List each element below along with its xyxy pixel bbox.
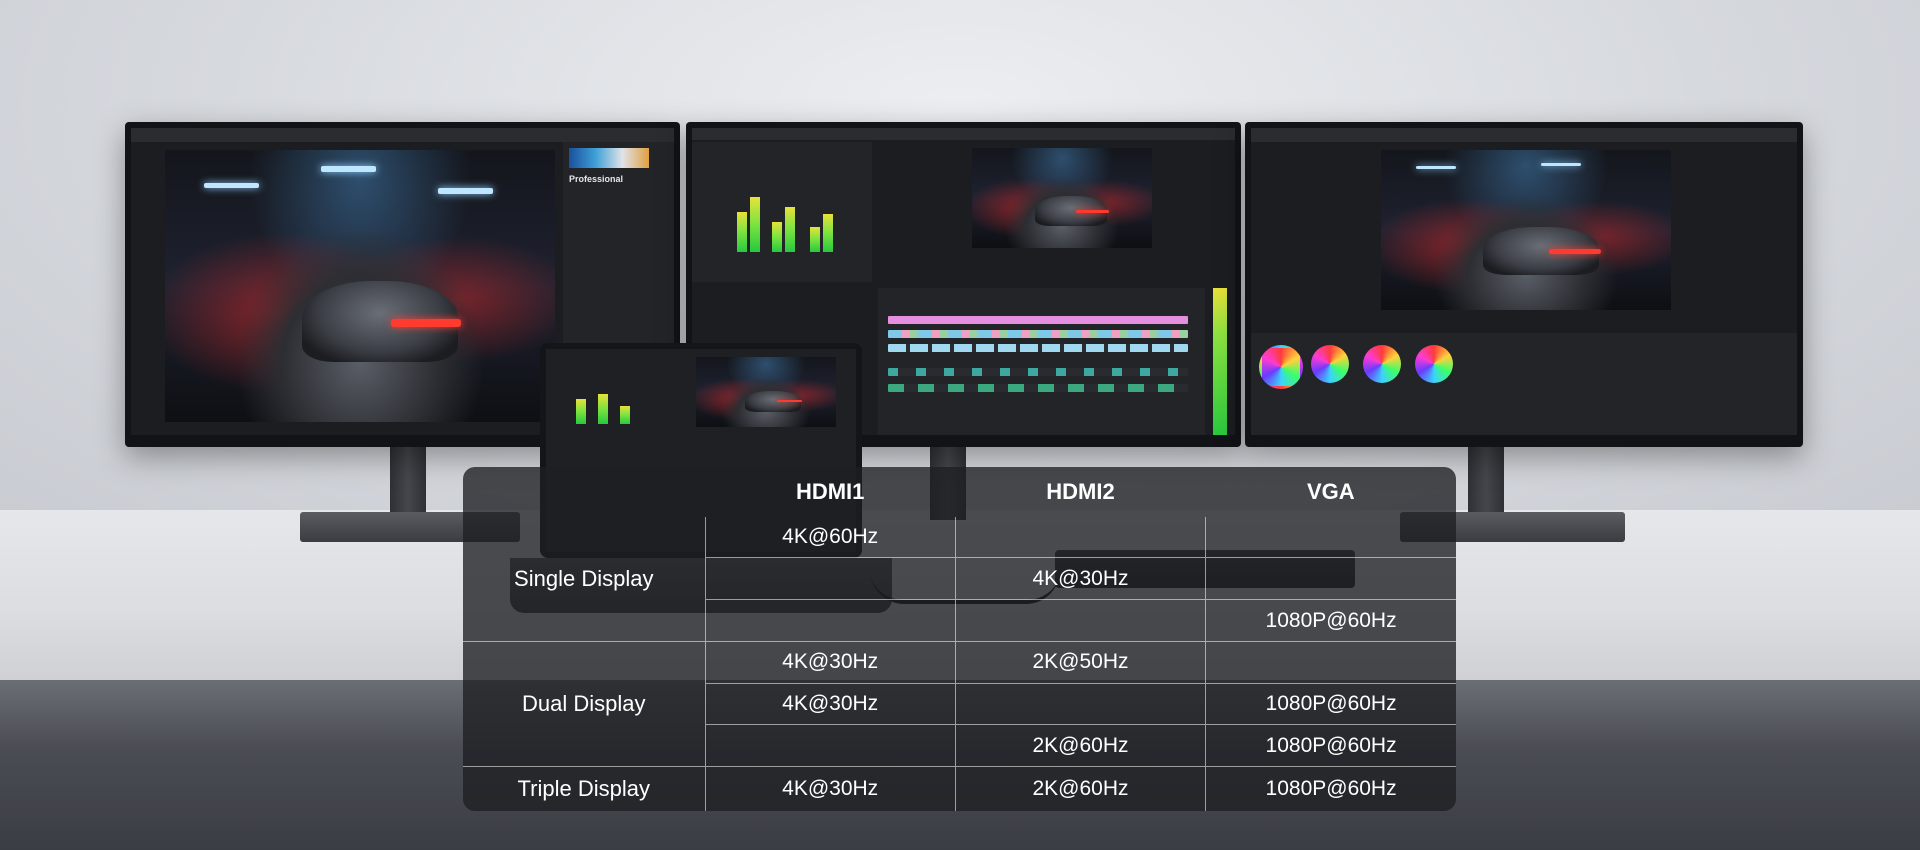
table-cell: 1080P@60Hz <box>1205 682 1456 725</box>
video-editor-toolbar <box>692 128 1235 140</box>
table-cell <box>1205 640 1456 684</box>
table-cell <box>954 517 1206 558</box>
right-monitor-screen <box>1251 128 1797 435</box>
table-cell <box>1205 517 1456 558</box>
table-cell <box>1205 557 1456 600</box>
mode-dual-display: Dual Display <box>463 640 705 767</box>
header-mode <box>463 467 705 517</box>
display-spec-table: HDMI1 HDMI2 VGA Single Display 4K@60Hz 4… <box>463 467 1456 811</box>
table-header-row: HDMI1 HDMI2 VGA <box>463 467 1456 517</box>
table-cell: 4K@30Hz <box>954 557 1206 600</box>
table-cell <box>704 599 956 642</box>
table-cell <box>704 557 956 600</box>
table-row: Single Display 4K@60Hz <box>463 517 1456 591</box>
color-wheel-gamma <box>1311 345 1349 383</box>
left-monitor-stand <box>390 440 426 520</box>
mode-single-display: Single Display <box>514 565 654 591</box>
color-grading-toolbar <box>1251 128 1797 142</box>
table-cell <box>954 599 1206 642</box>
table-cell: 4K@60Hz <box>704 517 956 558</box>
color-wheel-offset <box>1415 345 1453 383</box>
car-photo <box>165 150 555 422</box>
program-monitor-preview <box>972 148 1152 248</box>
table-cell: 2K@60Hz <box>954 724 1206 767</box>
mode-triple-display: Triple Display <box>463 766 705 811</box>
header-hdmi1: HDMI1 <box>795 479 865 504</box>
table-row: Triple Display 4K@30Hz 2K@60Hz 1080P@60H… <box>463 766 1456 811</box>
audio-mixer-panel <box>692 142 872 282</box>
photo-editor-toolbar <box>131 128 674 142</box>
table-cell: 1080P@60Hz <box>1205 724 1456 767</box>
table-cell <box>704 724 956 767</box>
table-cell: 4K@30Hz <box>704 640 956 684</box>
right-monitor <box>1245 122 1803 447</box>
table-row: Dual Display 4K@30Hz 2K@50Hz <box>463 640 1456 767</box>
table-cell: 4K@30Hz <box>704 682 956 725</box>
histogram <box>569 148 649 168</box>
panel-title: Professional <box>569 174 624 184</box>
color-wheels-panel <box>1251 333 1797 435</box>
color-grade-preview <box>1381 150 1671 310</box>
timeline-panel <box>878 288 1205 435</box>
table-cell: 1080P@60Hz <box>1205 766 1456 811</box>
table-cell <box>954 682 1206 725</box>
table-cell: 4K@30Hz <box>704 766 956 811</box>
laptop-preview <box>696 357 836 427</box>
header-hdmi2: HDMI2 <box>1046 479 1115 504</box>
right-monitor-stand <box>1468 440 1504 520</box>
table-cell: 1080P@60Hz <box>1205 599 1456 642</box>
color-wheel-lift <box>1259 345 1303 389</box>
table-cell: 2K@50Hz <box>954 640 1206 684</box>
table-cell: 2K@60Hz <box>954 766 1206 811</box>
audio-level-meter <box>1213 288 1227 435</box>
color-wheel-gain <box>1363 345 1401 383</box>
header-vga: VGA <box>1306 479 1355 504</box>
